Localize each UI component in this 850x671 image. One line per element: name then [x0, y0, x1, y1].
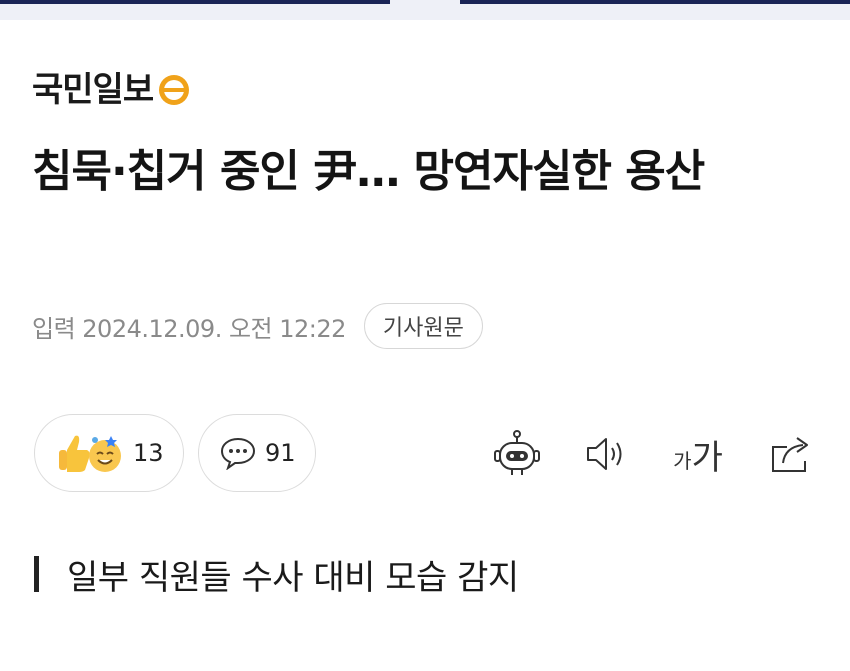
article-meta: 입력 2024.12.09. 오전 12:22 기사원문 [32, 302, 483, 350]
summary-bot-icon [494, 430, 540, 475]
progress-segment-right [460, 0, 850, 4]
font-size-button[interactable]: 가 가 [668, 424, 728, 484]
summary-bot-button[interactable] [488, 424, 546, 484]
reaction-button[interactable]: 13 [34, 414, 184, 492]
reaction-emoji-icon [59, 435, 121, 472]
kmib-circle-logo-icon [159, 75, 190, 105]
reaction-count: 13 [133, 439, 164, 467]
font-size-large-glyph: 가 [691, 437, 723, 478]
publisher-name: 국민일보 [32, 70, 154, 110]
subheading-bar [34, 556, 39, 592]
publish-date: 입력 2024.12.09. 오전 12:22 [32, 314, 346, 343]
comment-bubble-icon [220, 437, 256, 470]
article-headline: 침묵·칩거 중인 尹… 망연자실한 용산 [32, 146, 705, 197]
speaker-icon [587, 438, 622, 470]
comment-count: 91 [265, 439, 296, 467]
subheading-text: 일부 직원들 수사 대비 모습 감지 [67, 557, 519, 598]
top-progress-bar [0, 0, 850, 20]
comment-button[interactable]: 91 [198, 414, 316, 492]
text-to-speech-button[interactable] [580, 424, 632, 484]
original-article-button[interactable]: 기사원문 [363, 303, 483, 349]
publisher-logo[interactable]: 국민일보 [32, 68, 191, 112]
article-subheading: 일부 직원들 수사 대비 모습 감지 [34, 552, 519, 598]
share-icon [772, 437, 808, 472]
progress-segment-left [0, 0, 390, 4]
share-button[interactable] [766, 424, 816, 484]
font-size-small-glyph: 가 [673, 448, 692, 473]
